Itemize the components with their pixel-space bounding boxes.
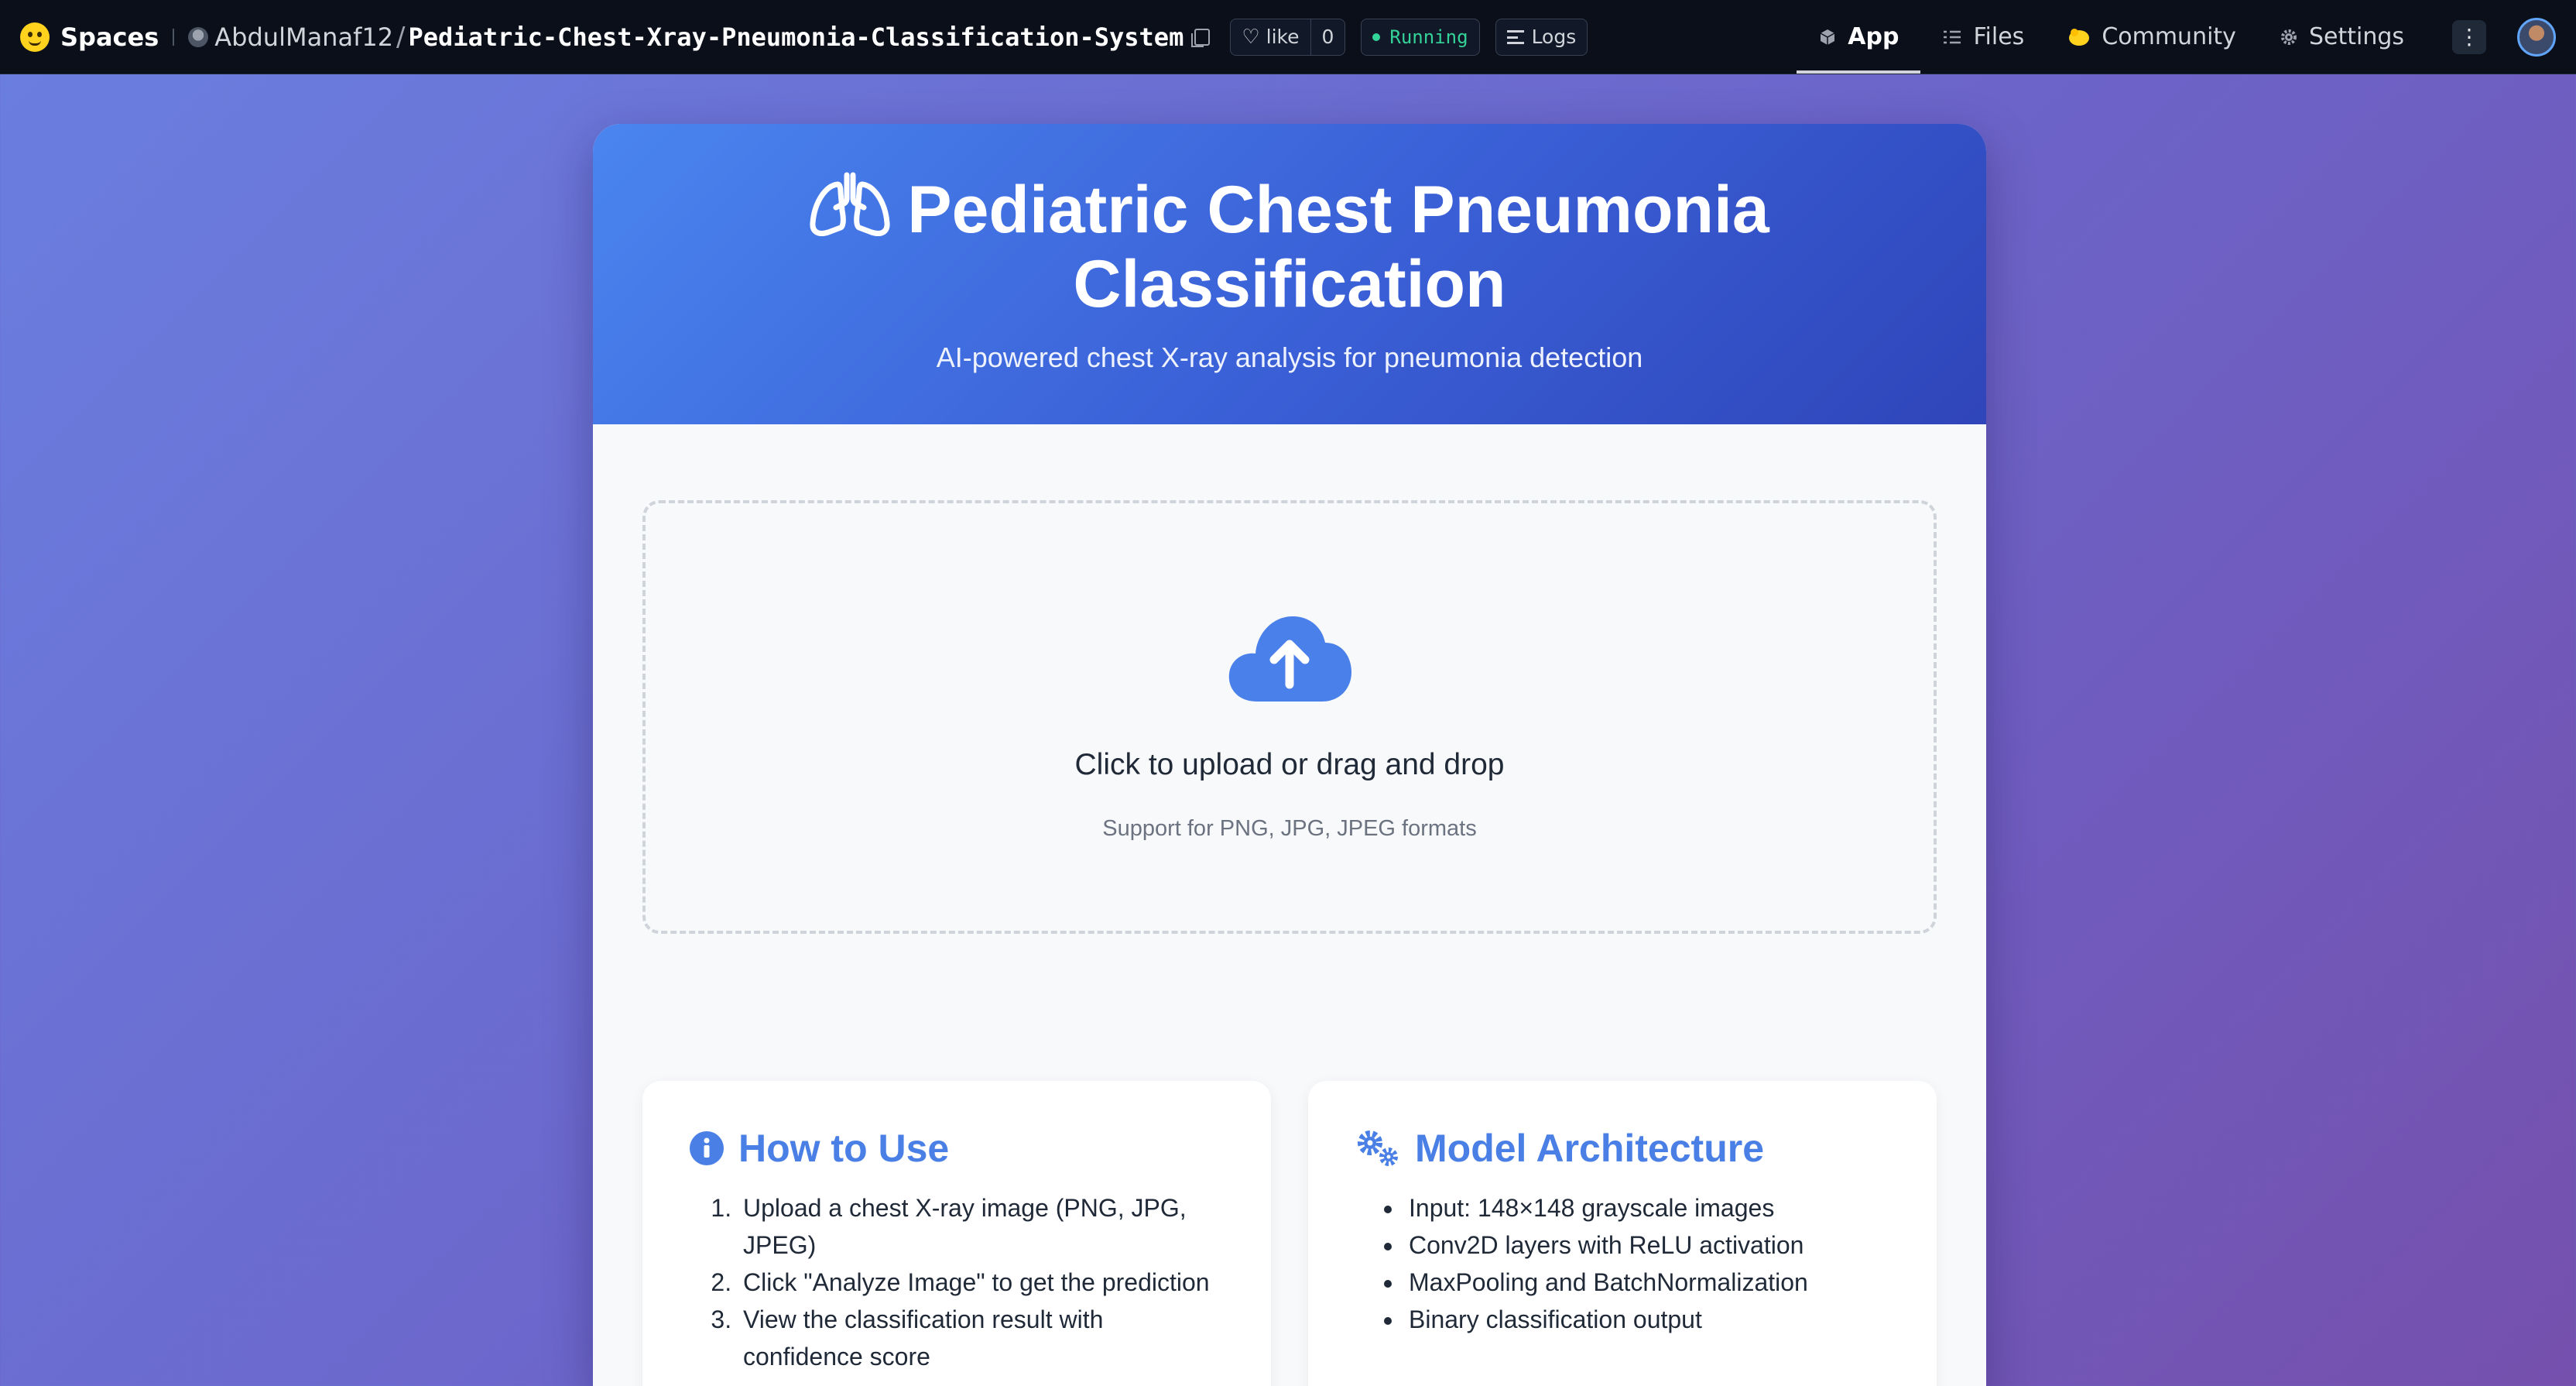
list-item: Conv2D layers with ReLU activation [1404, 1226, 1890, 1264]
logs-icon [1506, 29, 1524, 44]
status-label: Running [1389, 26, 1468, 48]
tab-app[interactable]: App [1797, 0, 1921, 74]
tab-settings-label: Settings [2308, 23, 2404, 50]
status-dot-icon [1372, 33, 1381, 41]
lungs-icon [810, 172, 890, 236]
spaces-link[interactable]: Spaces [60, 22, 159, 52]
more-options-icon[interactable]: ⋮ [2452, 19, 2486, 54]
page-title: Pediatric Chest Pneumonia Classification [593, 172, 1986, 321]
hf-topbar: Spaces AbdulManaf12 / Pediatric-Chest-Xr… [0, 0, 2576, 74]
cloud-upload-icon [1228, 616, 1351, 702]
gears-icon [1358, 1130, 1398, 1166]
logs-button[interactable]: Logs [1495, 18, 1588, 56]
owner-avatar [188, 26, 209, 47]
tab-community-label: Community [2102, 23, 2236, 50]
like-button[interactable]: ♡ like 0 [1230, 18, 1346, 56]
heart-icon: ♡ [1242, 25, 1260, 49]
page-subtitle: AI-powered chest X-ray analysis for pneu… [936, 341, 1643, 373]
repo-name-link[interactable]: Pediatric-Chest-Xray-Pneumonia-Classific… [409, 22, 1184, 52]
user-avatar[interactable] [2517, 17, 2556, 57]
list-item: MaxPooling and BatchNormalization [1404, 1264, 1890, 1301]
title-line-2: Classification [1073, 247, 1506, 321]
status-badge[interactable]: Running [1361, 18, 1480, 56]
path-separator: / [396, 21, 406, 53]
copy-icon[interactable] [1191, 28, 1211, 47]
like-label: like [1266, 26, 1300, 48]
how-to-use-card: How to Use Upload a chest X-ray image (P… [642, 1081, 1271, 1386]
upload-formats: Support for PNG, JPG, JPEG formats [1102, 816, 1477, 841]
list-item: Upload a chest X-ray image (PNG, JPG, JP… [738, 1189, 1225, 1264]
list-item: View the classification result with conf… [738, 1301, 1225, 1375]
upload-dropzone[interactable]: Click to upload or drag and drop Support… [642, 500, 1937, 934]
tab-files-label: Files [1973, 23, 2025, 50]
tab-settings[interactable]: Settings [2258, 0, 2426, 74]
owner-link[interactable]: AbdulManaf12 [214, 22, 393, 52]
divider [173, 28, 175, 46]
like-main[interactable]: ♡ like [1231, 19, 1311, 55]
list-item: Input: 148×148 grayscale images [1404, 1189, 1890, 1226]
app-card: Pediatric Chest Pneumonia Classification… [593, 124, 1986, 1386]
list-item: Binary classification output [1404, 1301, 1890, 1338]
logs-label: Logs [1531, 26, 1577, 48]
tab-community[interactable]: Community [2046, 0, 2258, 74]
model-architecture-card: Model Architecture Input: 148×148 graysc… [1308, 1081, 1937, 1386]
model-architecture-title: Model Architecture [1415, 1127, 1765, 1170]
info-circle-icon [690, 1131, 724, 1165]
model-architecture-list: Input: 148×148 grayscale images Conv2D l… [1355, 1189, 1890, 1338]
topbar-left: Spaces AbdulManaf12 / Pediatric-Chest-Xr… [20, 0, 1797, 74]
tab-files[interactable]: Files [1920, 0, 2046, 74]
cube-icon [1820, 29, 1835, 45]
files-icon [1944, 30, 1961, 43]
like-count[interactable]: 0 [1311, 26, 1345, 48]
topbar-nav: App Files Community Settings ⋮ [1797, 0, 2556, 74]
upload-title: Click to upload or drag and drop [1074, 748, 1505, 781]
list-item: Click "Analyze Image" to get the predict… [738, 1264, 1225, 1301]
model-architecture-heading: Model Architecture [1355, 1126, 1890, 1171]
community-icon [2069, 28, 2090, 46]
hero-header: Pediatric Chest Pneumonia Classification… [593, 124, 1986, 424]
how-to-use-title: How to Use [738, 1127, 950, 1170]
how-to-use-steps: Upload a chest X-ray image (PNG, JPG, JP… [689, 1189, 1225, 1375]
how-to-use-heading: How to Use [689, 1126, 1225, 1171]
gear-icon [2280, 29, 2297, 45]
huggingface-logo-icon[interactable] [20, 22, 50, 52]
tab-app-label: App [1848, 23, 1899, 50]
title-line-1: Pediatric Chest Pneumonia [907, 173, 1769, 247]
